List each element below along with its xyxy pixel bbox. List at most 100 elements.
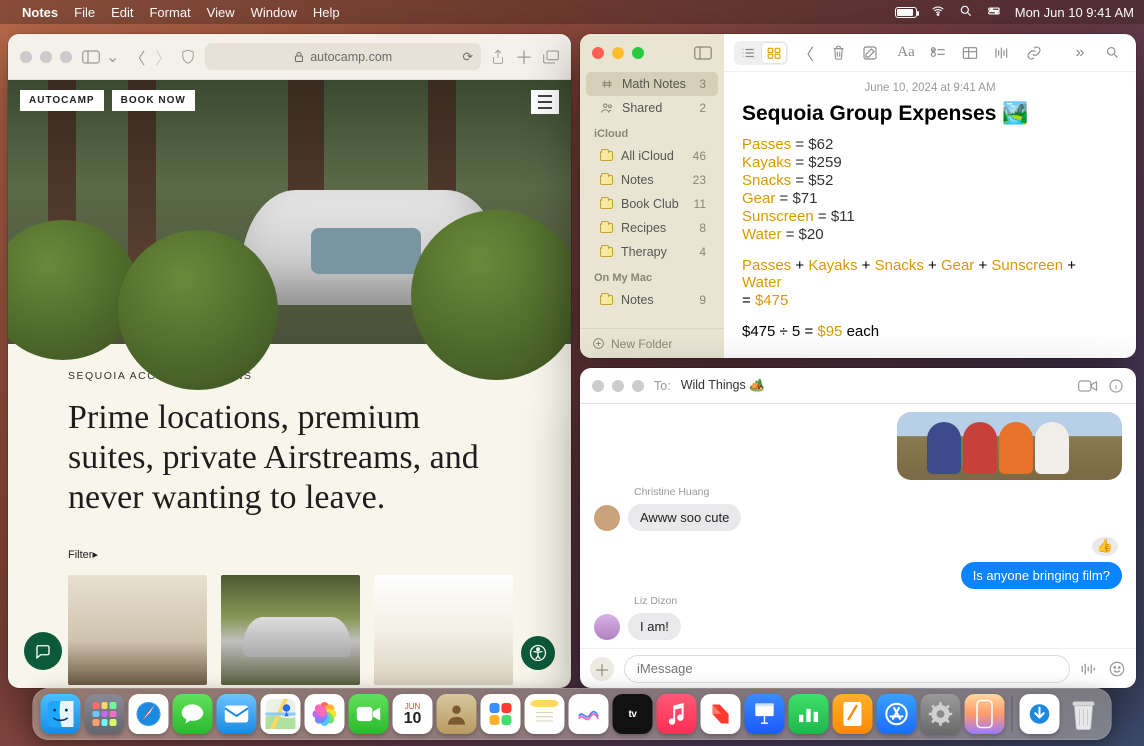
dock-pages[interactable] [833, 694, 873, 734]
search-icon[interactable] [1098, 40, 1126, 66]
dock-finder[interactable] [41, 694, 81, 734]
sidebar-item-recipes[interactable]: Recipes8 [586, 216, 718, 240]
notes-traffic-lights[interactable] [592, 47, 644, 59]
accessibility-fab[interactable] [521, 636, 555, 670]
tapback-reaction[interactable]: 👍 [1092, 537, 1118, 556]
sidebar-toggle-icon[interactable] [82, 50, 100, 64]
dock-calendar[interactable]: JUN10 [393, 694, 433, 734]
avatar[interactable] [594, 614, 620, 640]
listing-card[interactable] [221, 575, 360, 685]
format-icon[interactable]: Aa [892, 40, 920, 66]
checklist-icon[interactable] [924, 40, 952, 66]
menu-format[interactable]: Format [149, 5, 190, 20]
grid-view-icon[interactable] [762, 43, 786, 63]
listing-card[interactable] [68, 575, 207, 685]
dock-music[interactable] [657, 694, 697, 734]
dock-appstore[interactable] [877, 694, 917, 734]
more-icon[interactable]: » [1066, 40, 1094, 66]
tabs-overview-icon[interactable] [543, 50, 559, 64]
menubar: Notes File Edit Format View Window Help … [0, 0, 1144, 24]
message-bubble[interactable]: I am! [628, 613, 681, 640]
table-icon[interactable] [956, 40, 984, 66]
chevron-down-icon[interactable]: ⌄ [106, 47, 119, 67]
dock-photos[interactable] [305, 694, 345, 734]
sidebar-item-book-club[interactable]: Book Club11 [586, 192, 718, 216]
message-photo[interactable] [897, 412, 1122, 480]
sidebar-item-all-icloud[interactable]: All iCloud46 [586, 144, 718, 168]
dock-notes[interactable] [525, 694, 565, 734]
list-view-icon[interactable] [736, 43, 760, 63]
conversation-name[interactable]: Wild Things 🏕️ [681, 378, 765, 393]
dock-freeform[interactable] [569, 694, 609, 734]
sidebar-section-onmymac[interactable]: On My Mac [580, 264, 724, 288]
note-body[interactable]: June 10, 2024 at 9:41 AM Sequoia Group E… [724, 72, 1136, 351]
new-folder-button[interactable]: New Folder [580, 328, 724, 358]
message-thread[interactable]: Christine Huang Awww soo cute 👍 Is anyon… [580, 404, 1136, 648]
dock-reminders[interactable] [481, 694, 521, 734]
audio-record-icon[interactable] [1080, 662, 1098, 676]
dock-facetime[interactable] [349, 694, 389, 734]
menu-edit[interactable]: Edit [111, 5, 133, 20]
dock-mail[interactable] [217, 694, 257, 734]
message-bubble[interactable]: Is anyone bringing film? [961, 562, 1122, 589]
url-bar[interactable]: autocamp.com ⟳ [205, 43, 481, 70]
dock-keynote[interactable] [745, 694, 785, 734]
sidebar-item-local-notes[interactable]: Notes9 [586, 288, 718, 312]
menu-file[interactable]: File [74, 5, 95, 20]
message-input[interactable] [624, 655, 1070, 683]
sidebar-item-therapy[interactable]: Therapy4 [586, 240, 718, 264]
filter-toggle[interactable]: Filter▸ [68, 548, 511, 561]
dock-trash[interactable] [1064, 694, 1104, 734]
share-icon[interactable] [491, 49, 505, 65]
hamburger-menu[interactable] [531, 90, 559, 114]
nav-back-icon[interactable]: 〈 [129, 45, 145, 69]
control-center-icon[interactable] [987, 4, 1001, 21]
wifi-icon[interactable] [931, 4, 945, 21]
messages-traffic-lights[interactable] [592, 380, 644, 392]
menu-app[interactable]: Notes [22, 5, 58, 20]
chat-fab[interactable] [24, 632, 62, 670]
menubar-clock[interactable]: Mon Jun 10 9:41 AM [1015, 5, 1134, 20]
view-segmented[interactable] [734, 41, 788, 65]
brand-logo[interactable]: AUTOCAMP [20, 90, 104, 111]
safari-traffic-lights[interactable] [20, 51, 72, 63]
refresh-icon[interactable]: ⟳ [463, 49, 473, 64]
avatar[interactable] [594, 505, 620, 531]
dock-numbers[interactable] [789, 694, 829, 734]
dock-downloads[interactable] [1020, 694, 1060, 734]
menu-window[interactable]: Window [251, 5, 297, 20]
media-icon[interactable] [988, 40, 1016, 66]
battery-icon[interactable] [895, 7, 917, 18]
sidebar-item-math-notes[interactable]: Math Notes 3 [586, 72, 718, 96]
info-icon[interactable] [1108, 378, 1124, 394]
link-icon[interactable] [1020, 40, 1048, 66]
dock-settings[interactable] [921, 694, 961, 734]
new-tab-icon[interactable]: ＋ [515, 44, 533, 70]
menu-view[interactable]: View [207, 5, 235, 20]
dock-iphone-mirroring[interactable] [965, 694, 1005, 734]
compose-icon[interactable] [856, 40, 884, 66]
message-bubble[interactable]: Awww soo cute [628, 504, 741, 531]
dock-tv[interactable]: tv [613, 694, 653, 734]
book-now-button[interactable]: BOOK NOW [112, 90, 195, 111]
nav-forward-icon[interactable]: 〉 [155, 45, 171, 69]
emoji-icon[interactable] [1108, 660, 1126, 678]
menu-help[interactable]: Help [313, 5, 340, 20]
nav-back-icon[interactable]: 〈 [792, 40, 820, 66]
dock-maps[interactable] [261, 694, 301, 734]
dock-contacts[interactable] [437, 694, 477, 734]
shield-icon[interactable] [181, 49, 195, 65]
sidebar-item-shared[interactable]: Shared 2 [586, 96, 718, 120]
dock-safari[interactable] [129, 694, 169, 734]
dock-launchpad[interactable] [85, 694, 125, 734]
sidebar-section-icloud[interactable]: iCloud [580, 120, 724, 144]
sidebar-item-notes[interactable]: Notes23 [586, 168, 718, 192]
sidebar-toggle-icon[interactable] [694, 46, 712, 60]
listing-card[interactable] [374, 575, 513, 685]
attach-icon[interactable]: ＋ [590, 657, 614, 681]
trash-icon[interactable] [824, 40, 852, 66]
spotlight-icon[interactable] [959, 4, 973, 21]
facetime-icon[interactable] [1078, 379, 1098, 393]
dock-news[interactable] [701, 694, 741, 734]
dock-messages[interactable] [173, 694, 213, 734]
